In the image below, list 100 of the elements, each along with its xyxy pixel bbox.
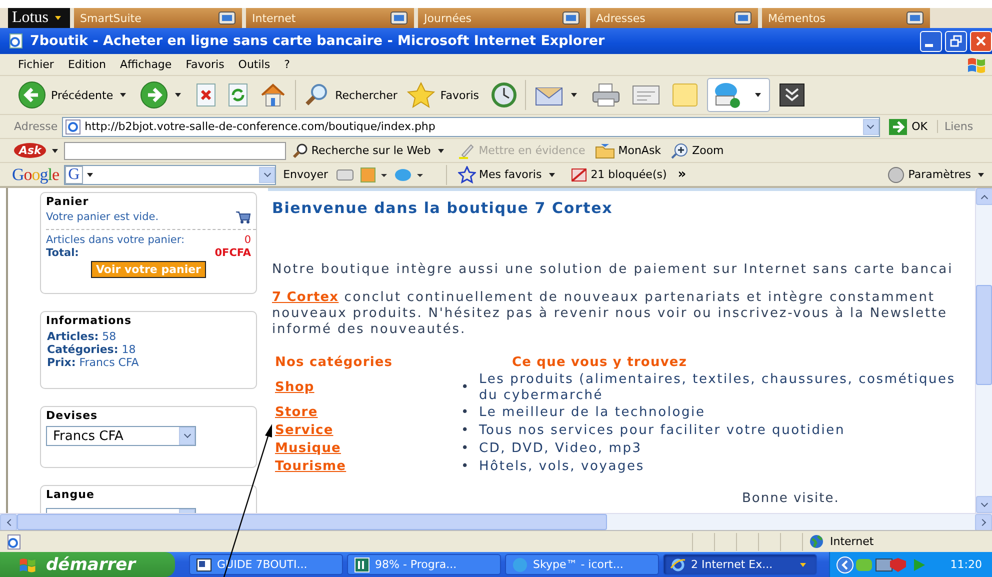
menu-item[interactable]: Outils xyxy=(234,58,280,71)
caret-icon xyxy=(55,16,62,20)
star-icon xyxy=(458,166,476,184)
back-button[interactable]: Précédente xyxy=(16,80,132,110)
menu-item[interactable]: Edition xyxy=(64,58,116,71)
search-icon xyxy=(292,142,308,158)
intro-text: Notre boutique intègre aussi une solution de paiement sur Internet sans carte bancai xyxy=(272,261,954,279)
stop-icon xyxy=(195,83,218,107)
scroll-left-button[interactable] xyxy=(0,514,17,531)
windows-logo-icon xyxy=(966,56,988,74)
document-icon xyxy=(631,84,662,106)
search-field[interactable] xyxy=(64,142,286,160)
minimize-icon xyxy=(925,44,933,46)
scroll-right-button[interactable] xyxy=(975,514,992,531)
popup-blocker-button[interactable]: 21 bloquée(s) xyxy=(566,166,671,182)
address-label: Adresse xyxy=(14,120,58,133)
caret-icon[interactable] xyxy=(86,172,93,176)
bullet: • xyxy=(461,441,470,457)
restore-icon xyxy=(950,35,962,47)
lotus-logo[interactable]: Lotus xyxy=(8,8,70,28)
go-button[interactable]: OK xyxy=(884,118,934,136)
scroll-up-button[interactable] xyxy=(976,188,992,205)
star-icon xyxy=(407,82,436,108)
browser-icon xyxy=(670,556,686,572)
search-button[interactable]: Rechercher xyxy=(302,81,400,109)
app-icon xyxy=(390,11,408,25)
app-icon xyxy=(906,11,924,25)
folder-icon xyxy=(595,142,616,158)
printer-icon xyxy=(591,82,622,108)
circle-icon xyxy=(887,166,906,184)
caret-icon[interactable] xyxy=(52,148,58,152)
links-button[interactable]: Liens xyxy=(937,120,974,133)
favorites-button[interactable]: Favoris xyxy=(405,81,482,109)
settings-button[interactable]: Paramètres xyxy=(883,166,992,184)
app-icon xyxy=(562,11,580,25)
windows-logo-icon xyxy=(18,556,38,574)
send-button[interactable]: Envoyer xyxy=(279,168,332,181)
cart-icon xyxy=(235,211,251,224)
category-description: CD, DVD, Video, mp3 xyxy=(479,441,642,457)
total-label: Total: xyxy=(46,247,79,260)
paragraph: 7 Cortex conclut continuellement de nouveaux partenariats et intègre constamment nouveaux produits. N'hésitez pas à revenir nous voir ou inscrivez-vous à la Newslette informé des nouveautés. xyxy=(272,290,948,338)
page-icon xyxy=(64,118,81,134)
security-zone: Internet xyxy=(830,535,874,548)
web-search-button[interactable]: Recherche sur le Web xyxy=(288,142,452,158)
page-heading: Bienvenue dans la boutique 7 Cortex xyxy=(272,199,614,219)
caret-icon xyxy=(120,93,126,97)
menu-item[interactable]: Affichage xyxy=(116,58,182,71)
close-button[interactable] xyxy=(970,30,992,52)
taskbar-button[interactable]: 98% - Progra... xyxy=(347,554,501,575)
menu-item[interactable]: Favoris xyxy=(182,58,234,71)
info-line: Catégories: 18 xyxy=(47,343,137,356)
app-icon xyxy=(218,11,236,25)
taskbar-button[interactable]: Skype™ - icort... xyxy=(505,554,659,575)
google-logo[interactable]: Google xyxy=(12,164,60,184)
zoom-button[interactable]: Zoom xyxy=(667,142,728,158)
home-icon xyxy=(259,82,288,108)
currency-select[interactable]: Francs CFA xyxy=(46,426,196,446)
scroll-thumb[interactable] xyxy=(17,514,607,530)
clock-icon xyxy=(489,82,518,108)
vertical-scrollbar[interactable] xyxy=(975,188,992,513)
engine-menu[interactable]: G xyxy=(65,166,83,184)
google-search-field[interactable]: G xyxy=(64,164,276,184)
monask-button[interactable]: MonAsk xyxy=(591,142,666,158)
category-description: Les produits (alimentaires, textiles, chaussures, cosmétiques du cybermarché xyxy=(479,372,956,404)
app-icon xyxy=(354,556,370,572)
cart-title: Panier xyxy=(46,195,90,208)
bullet: • xyxy=(461,380,470,396)
minimize-button[interactable] xyxy=(920,30,942,52)
caret-icon xyxy=(978,172,984,176)
scroll-down-button[interactable] xyxy=(976,496,992,513)
bullet: • xyxy=(461,405,470,421)
taskbar-button[interactable]: 2 Internet Ex... xyxy=(663,554,817,575)
menu-item[interactable]: Fichier xyxy=(14,58,64,71)
restore-button[interactable] xyxy=(945,30,967,52)
items-count: 0 xyxy=(244,234,251,247)
globe-icon xyxy=(809,534,824,549)
favorites-menu-button[interactable]: Mes favoris xyxy=(454,166,563,184)
page-status-icon xyxy=(6,534,22,550)
horizontal-scrollbar[interactable] xyxy=(0,513,992,530)
caret-icon xyxy=(755,93,762,97)
scroll-thumb[interactable] xyxy=(976,285,992,385)
bullet: • xyxy=(461,459,470,475)
caret-icon xyxy=(175,93,182,97)
window-title: 7boutik - Acheter en ligne sans carte bancaire - Microsoft Internet Explorer xyxy=(30,33,606,49)
blocked-icon xyxy=(570,166,588,182)
page-icon xyxy=(8,33,24,49)
skype-button[interactable] xyxy=(707,78,770,112)
more-button[interactable]: » xyxy=(678,167,686,182)
info-line: Prix: Francs CFA xyxy=(47,356,140,369)
highlight-button: Mettre en évidence xyxy=(454,142,590,158)
document-icon xyxy=(196,556,212,572)
address-field[interactable]: http://b2bjot.votre-salle-de-conference.com/boutique/index.php xyxy=(62,116,880,136)
category-description: Tous nos services pour faciliter votre quotidien xyxy=(479,423,846,439)
categories-header: Nos catégories xyxy=(275,354,394,372)
caret-icon xyxy=(800,562,806,566)
close-icon xyxy=(975,35,987,47)
menu-item[interactable]: ? xyxy=(280,58,300,71)
ask-logo[interactable]: Ask xyxy=(14,143,46,158)
caret-icon xyxy=(548,172,555,176)
caret-icon xyxy=(438,148,444,152)
